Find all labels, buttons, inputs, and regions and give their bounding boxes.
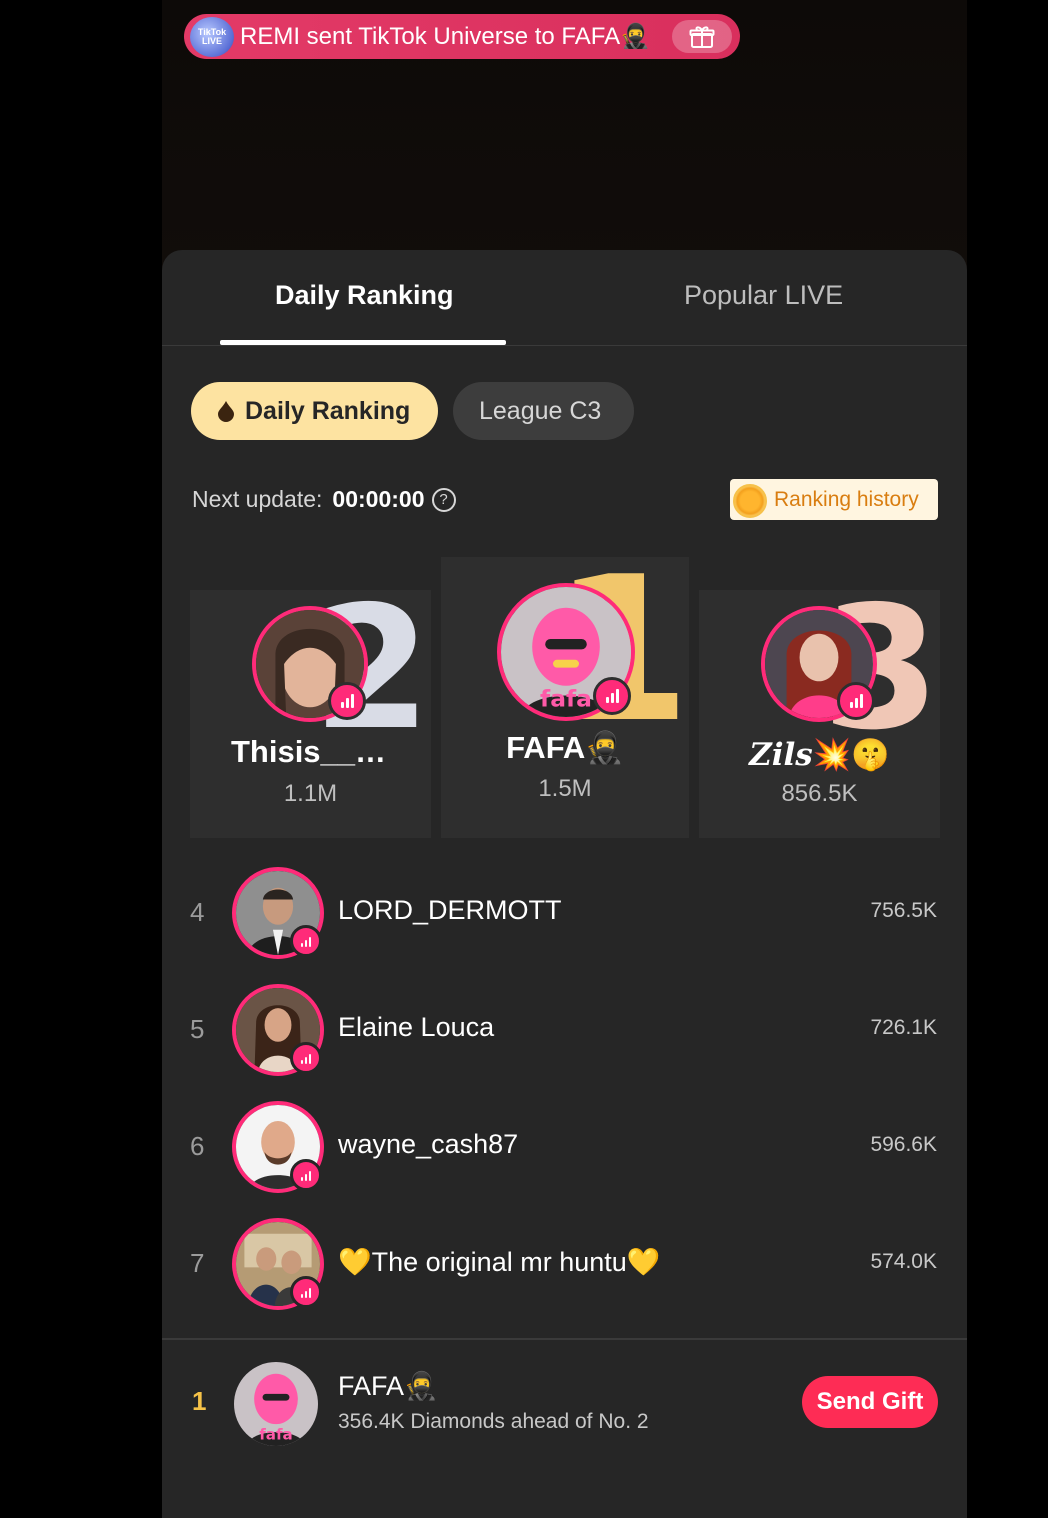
svg-text:fafa: fafa: [540, 685, 592, 713]
tab-popular-live[interactable]: Popular LIVE: [684, 280, 843, 311]
live-screen: TikTok LIVE REMI sent TikTok Universe to…: [162, 0, 967, 1518]
rank-number: 7: [190, 1248, 205, 1278]
medal-icon: [733, 484, 767, 518]
tiktok-live-badge-icon: TikTok LIVE: [190, 16, 234, 57]
ranking-history-label: Ranking history: [774, 487, 919, 511]
flame-icon: [218, 401, 234, 422]
list-item-name: LORD_DERMOTT: [338, 895, 562, 925]
podium-name: Thisis__…: [230, 734, 387, 769]
next-update-label: Next update:: [192, 486, 323, 512]
podium-name: Zils💥🤫: [749, 737, 890, 773]
list-item[interactable]: 7 💛The original mr huntu💛 574.0K: [162, 1218, 967, 1310]
list-item-score: 574.0K: [870, 1250, 937, 1273]
next-update-time: 00:00:00: [332, 486, 425, 512]
podium-score: 856.5K: [781, 780, 858, 807]
podium-score: 1.5M: [538, 775, 592, 802]
list-item-score: 596.6K: [870, 1133, 937, 1156]
ranking-sheet: Daily Ranking Popular LIVE Daily Ranking…: [162, 250, 967, 1518]
ranking-history-button[interactable]: Ranking history: [730, 479, 938, 520]
tab-daily-ranking[interactable]: Daily Ranking: [275, 280, 454, 311]
rank-number: 5: [190, 1014, 205, 1044]
gift-icon[interactable]: [672, 20, 732, 53]
svg-text:fafa: fafa: [259, 1425, 293, 1443]
help-icon[interactable]: ?: [431, 487, 456, 512]
gift-notification-banner[interactable]: TikTok LIVE REMI sent TikTok Universe to…: [184, 14, 740, 59]
list-item[interactable]: 4 LORD_DERMOTT 756.5K: [162, 867, 967, 959]
list-item[interactable]: 5 Elaine Louca 726.1K: [162, 984, 967, 1076]
list-item-score: 726.1K: [870, 1016, 937, 1039]
live-icon: [593, 677, 631, 715]
list-item-score: 756.5K: [870, 899, 937, 922]
podium-third[interactable]: 3 Zils💥🤫 856.5K: [699, 584, 940, 838]
filter-daily-label: Daily Ranking: [245, 396, 411, 425]
live-icon: [290, 1159, 322, 1191]
list-item-name: Elaine Louca: [338, 1012, 495, 1042]
avatar[interactable]: fafa: [234, 1362, 318, 1446]
filter-league[interactable]: League C3: [453, 382, 634, 440]
live-icon: [837, 682, 875, 720]
podium-name: FAFA🥷: [506, 730, 624, 766]
rank-number: 4: [190, 897, 205, 927]
my-name: FAFA🥷: [338, 1371, 438, 1402]
podium-first[interactable]: 1 fafa FAFA🥷 1.5M: [441, 551, 691, 838]
active-tab-indicator: [220, 340, 506, 345]
filter-daily-ranking[interactable]: Daily Ranking: [191, 382, 438, 440]
ranking-tabs: Daily Ranking Popular LIVE: [162, 250, 967, 346]
gift-notification-text: REMI sent TikTok Universe to FAFA🥷: [240, 22, 651, 50]
live-icon: [290, 1042, 322, 1074]
live-icon: [290, 1276, 322, 1308]
my-rank-number: 1: [192, 1386, 207, 1416]
list-item-name: 💛The original mr huntu💛: [338, 1247, 661, 1278]
my-rank-bar: 1 fafa FAFA🥷 356.4K Diamonds ahead of No…: [162, 1338, 967, 1518]
next-update: Next update: 00:00:00 ?: [192, 486, 456, 513]
live-icon: [290, 925, 322, 957]
list-item[interactable]: 6 wayne_cash87 596.6K: [162, 1101, 967, 1193]
podium-second[interactable]: 2 Thisis__… 1.1M: [190, 584, 431, 838]
podium-score: 1.1M: [283, 780, 338, 807]
send-gift-button[interactable]: Send Gift: [802, 1376, 938, 1428]
list-item-name: wayne_cash87: [338, 1129, 519, 1159]
my-diamond-gap: 356.4K Diamonds ahead of No. 2: [338, 1410, 649, 1433]
rank-number: 6: [190, 1131, 205, 1161]
live-icon: [328, 682, 366, 720]
